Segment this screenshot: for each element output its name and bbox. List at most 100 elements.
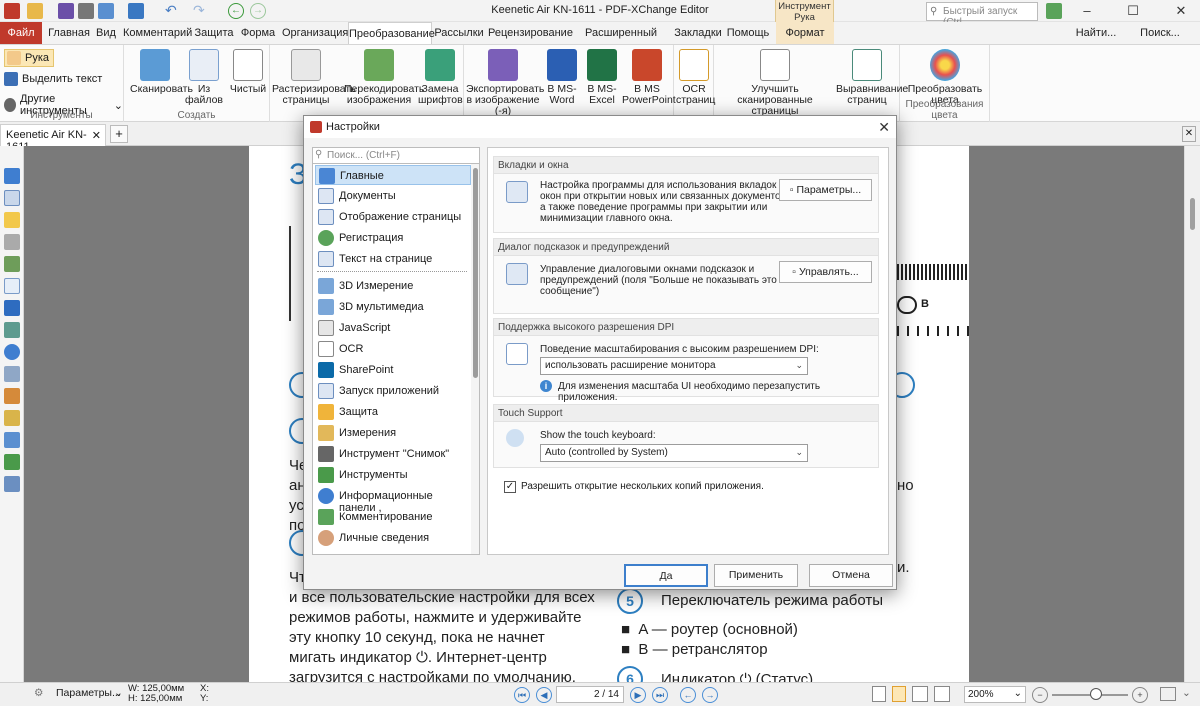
quick-search-input[interactable]: ⚲Быстрый запуск (Ctrl... bbox=[926, 2, 1038, 28]
scan-button[interactable]: Сканировать bbox=[130, 49, 193, 95]
enhance-scans-button[interactable]: Улучшить сканированные страницы bbox=[716, 49, 834, 117]
tab-convert[interactable]: Преобразование bbox=[348, 22, 435, 45]
replace-fonts-button[interactable]: Замена шрифтов bbox=[418, 49, 463, 106]
to-powerpoint-button[interactable]: В MS PowerPoint bbox=[622, 49, 676, 106]
chevron-down-icon[interactable]: ⌄ bbox=[114, 687, 123, 699]
destinations-icon[interactable] bbox=[4, 344, 20, 360]
continuous-facing-icon[interactable] bbox=[934, 686, 950, 702]
scrollbar-thumb[interactable] bbox=[473, 168, 478, 378]
category-item[interactable]: Личные сведения bbox=[315, 528, 471, 548]
category-scrollbar[interactable] bbox=[471, 164, 479, 554]
settings-search-input[interactable]: ⚲ Поиск... (Ctrl+F) bbox=[312, 147, 480, 164]
close-tab-icon[interactable]: ✕ bbox=[1182, 126, 1196, 142]
category-item[interactable]: 3D Измерение bbox=[315, 276, 471, 296]
zoom-slider-thumb[interactable] bbox=[1090, 688, 1102, 700]
comments-icon[interactable] bbox=[4, 212, 20, 228]
page-number-input[interactable]: 2 / 14 bbox=[556, 686, 624, 703]
category-item[interactable]: Инструменты bbox=[315, 465, 471, 485]
category-item[interactable]: Измерения bbox=[315, 423, 471, 443]
find-button[interactable]: Найти... bbox=[1066, 22, 1126, 44]
links-icon[interactable] bbox=[4, 388, 20, 404]
tab-form[interactable]: Форма bbox=[238, 22, 278, 44]
to-word-button[interactable]: В MS-Word bbox=[542, 49, 582, 106]
forward-view-button[interactable]: → bbox=[702, 687, 718, 703]
export-image-button[interactable]: Экспортировать в изображение (-я) bbox=[466, 49, 544, 117]
tab-format[interactable]: Формат bbox=[776, 22, 834, 44]
properties-icon[interactable] bbox=[4, 476, 20, 492]
close-window-button[interactable]: ✕ bbox=[1172, 2, 1190, 20]
document-tab[interactable]: Keenetic Air KN-1611✕ bbox=[0, 124, 106, 153]
facing-pages-icon[interactable] bbox=[912, 686, 928, 702]
category-item[interactable]: OCR bbox=[315, 339, 471, 359]
tab-mailings[interactable]: Рассылки bbox=[434, 22, 484, 44]
fields-icon[interactable] bbox=[4, 322, 20, 338]
tab-view[interactable]: Вид bbox=[92, 22, 120, 44]
tab-review[interactable]: Рецензирование bbox=[488, 22, 573, 44]
options-menu[interactable]: Параметры... bbox=[56, 687, 121, 699]
prev-page-button[interactable]: ◀ bbox=[536, 687, 552, 703]
ocr-button[interactable]: OCR страниц bbox=[676, 49, 715, 106]
category-item[interactable]: Инструмент "Снимок" bbox=[315, 444, 471, 464]
single-page-icon[interactable] bbox=[872, 686, 886, 702]
category-item[interactable]: Документы bbox=[315, 186, 471, 206]
blank-button[interactable]: Чистый bbox=[228, 49, 268, 95]
zoom-in-button[interactable]: + bbox=[1132, 687, 1148, 703]
last-page-button[interactable]: ⏭ bbox=[652, 687, 668, 703]
order-icon[interactable] bbox=[4, 432, 20, 448]
multi-instance-checkbox[interactable]: ✓ bbox=[504, 481, 516, 493]
tab-bookmarks[interactable]: Закладки bbox=[674, 22, 722, 44]
bookmarks-icon[interactable] bbox=[4, 168, 20, 184]
next-page-button[interactable]: ▶ bbox=[630, 687, 646, 703]
chevron-down-icon[interactable]: ⌄ bbox=[1182, 687, 1191, 699]
category-item[interactable]: Информационные панели , bbox=[315, 486, 471, 514]
attachments-icon[interactable] bbox=[4, 234, 20, 250]
first-page-button[interactable]: ⏮ bbox=[514, 687, 530, 703]
tab-home[interactable]: Главная bbox=[48, 22, 90, 44]
tab-organize[interactable]: Организация bbox=[282, 22, 348, 44]
structure-icon[interactable] bbox=[4, 366, 20, 382]
to-excel-button[interactable]: В MS-Excel bbox=[582, 49, 622, 106]
search-button[interactable]: Поиск... bbox=[1130, 22, 1190, 44]
reencode-images-button[interactable]: Перекодировать изображения bbox=[344, 49, 424, 106]
category-item[interactable]: Отображение страницы bbox=[315, 207, 471, 227]
tab-comment[interactable]: Комментарий bbox=[123, 22, 192, 44]
new-tab-button[interactable]: + bbox=[110, 125, 128, 143]
close-icon[interactable]: ✕ bbox=[878, 119, 890, 136]
category-item[interactable]: JavaScript bbox=[315, 318, 471, 338]
tab-file[interactable]: Файл bbox=[0, 22, 42, 44]
dpi-scaling-select[interactable]: использовать расширение монитора ⌄ bbox=[540, 357, 808, 375]
minimize-button[interactable]: – bbox=[1078, 2, 1096, 20]
manage-hints-button[interactable]: ▫ Управлять... bbox=[779, 261, 872, 283]
category-item[interactable]: SharePoint bbox=[315, 360, 471, 380]
signatures-icon[interactable] bbox=[4, 454, 20, 470]
continuous-page-icon[interactable] bbox=[892, 686, 906, 702]
from-files-button[interactable]: Из файлов bbox=[182, 49, 226, 106]
apply-button[interactable]: Применить bbox=[714, 564, 798, 587]
category-item[interactable]: Текст на странице bbox=[315, 249, 471, 269]
thumbnails-icon[interactable] bbox=[4, 190, 20, 206]
3d-icon[interactable] bbox=[4, 300, 20, 316]
cancel-button[interactable]: Отмена bbox=[809, 564, 893, 587]
ok-button[interactable]: Да bbox=[624, 564, 708, 587]
category-item[interactable]: Защита bbox=[315, 402, 471, 422]
tab-protect[interactable]: Защита bbox=[194, 22, 234, 44]
rasterize-button[interactable]: Растеризировать страницы bbox=[272, 49, 356, 106]
layout-icon[interactable] bbox=[1046, 3, 1062, 19]
vertical-scrollbar[interactable] bbox=[1184, 146, 1200, 682]
touch-keyboard-select[interactable]: Auto (controlled by System) ⌄ bbox=[540, 444, 808, 462]
deskew-button[interactable]: Выравнивание страниц bbox=[836, 49, 908, 106]
fullscreen-icon[interactable] bbox=[1160, 687, 1176, 701]
zoom-out-button[interactable]: − bbox=[1032, 687, 1048, 703]
category-item[interactable]: Регистрация bbox=[315, 228, 471, 248]
layers-icon[interactable] bbox=[4, 256, 20, 272]
back-view-button[interactable]: ← bbox=[680, 687, 696, 703]
category-item[interactable]: Запуск приложений bbox=[315, 381, 471, 401]
zoom-combo[interactable]: 200% ⌄ bbox=[964, 686, 1026, 703]
tabs-parameters-button[interactable]: ▫ Параметры... bbox=[779, 179, 872, 201]
scrollbar-thumb[interactable] bbox=[1190, 198, 1195, 230]
select-text-button[interactable]: Выделить текст bbox=[4, 72, 102, 86]
gear-icon[interactable]: ⚙ bbox=[34, 687, 43, 699]
tab-share[interactable]: Расширенный доступ bbox=[572, 22, 670, 61]
category-item[interactable]: Комментирование bbox=[315, 507, 471, 527]
maximize-button[interactable]: ☐ bbox=[1124, 2, 1142, 20]
